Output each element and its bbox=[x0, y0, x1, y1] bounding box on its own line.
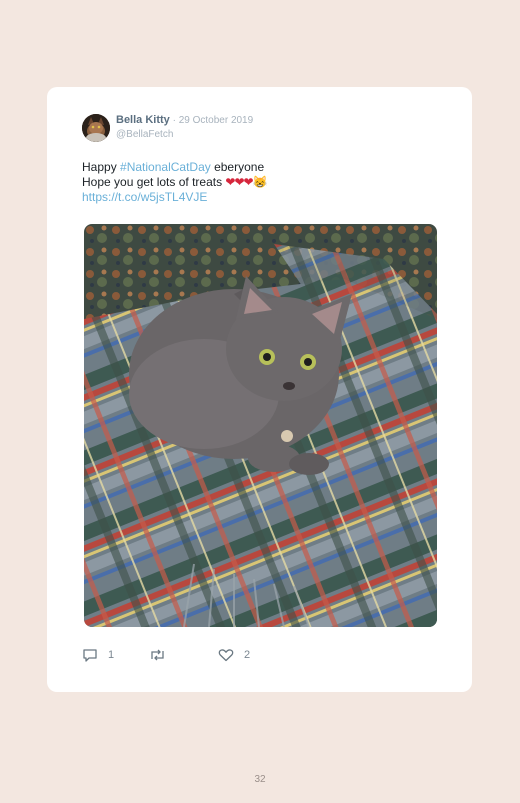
retweet-action[interactable] bbox=[149, 648, 176, 662]
cat-photo-icon bbox=[84, 224, 437, 627]
tweet-card: Bella Kitty · 29 October 2019 @BellaFetc… bbox=[47, 87, 472, 692]
cat-avatar-icon bbox=[82, 114, 110, 142]
tweet-text: Happy #NationalCatDay eberyone Hope you … bbox=[82, 160, 422, 205]
heart-icon bbox=[218, 649, 234, 662]
avatar[interactable] bbox=[82, 114, 110, 142]
tweet-date[interactable]: 29 October 2019 bbox=[179, 115, 254, 126]
hearts-emoji: ❤❤❤ bbox=[225, 175, 253, 189]
tweet-url-link[interactable]: https://t.co/w5jsTL4VJE bbox=[82, 190, 207, 204]
author-handle[interactable]: @BellaFetch bbox=[116, 129, 173, 140]
reply-count: 1 bbox=[108, 649, 115, 661]
hashtag-link[interactable]: #NationalCatDay bbox=[120, 160, 211, 174]
grinning-cat-emoji: 😸 bbox=[252, 175, 268, 189]
author-name[interactable]: Bella Kitty bbox=[116, 114, 170, 126]
tweet-header: Bella Kitty · 29 October 2019 @BellaFetc… bbox=[82, 114, 442, 144]
tweet-photo[interactable] bbox=[84, 224, 437, 627]
retweet-icon bbox=[151, 649, 164, 661]
tweet-actions: 1 2 bbox=[82, 648, 402, 664]
text-happy: Happy bbox=[82, 160, 121, 174]
reply-icon bbox=[83, 649, 97, 662]
separator: · bbox=[169, 115, 179, 126]
text-line2: Hope you get lots of treats bbox=[82, 175, 226, 189]
name-line: Bella Kitty · 29 October 2019 bbox=[116, 114, 253, 126]
text-everyone: eberyone bbox=[210, 160, 265, 174]
like-action[interactable]: 2 bbox=[218, 648, 250, 662]
reply-action[interactable]: 1 bbox=[82, 648, 114, 662]
page-number: 32 bbox=[254, 774, 266, 785]
like-count: 2 bbox=[244, 649, 251, 661]
